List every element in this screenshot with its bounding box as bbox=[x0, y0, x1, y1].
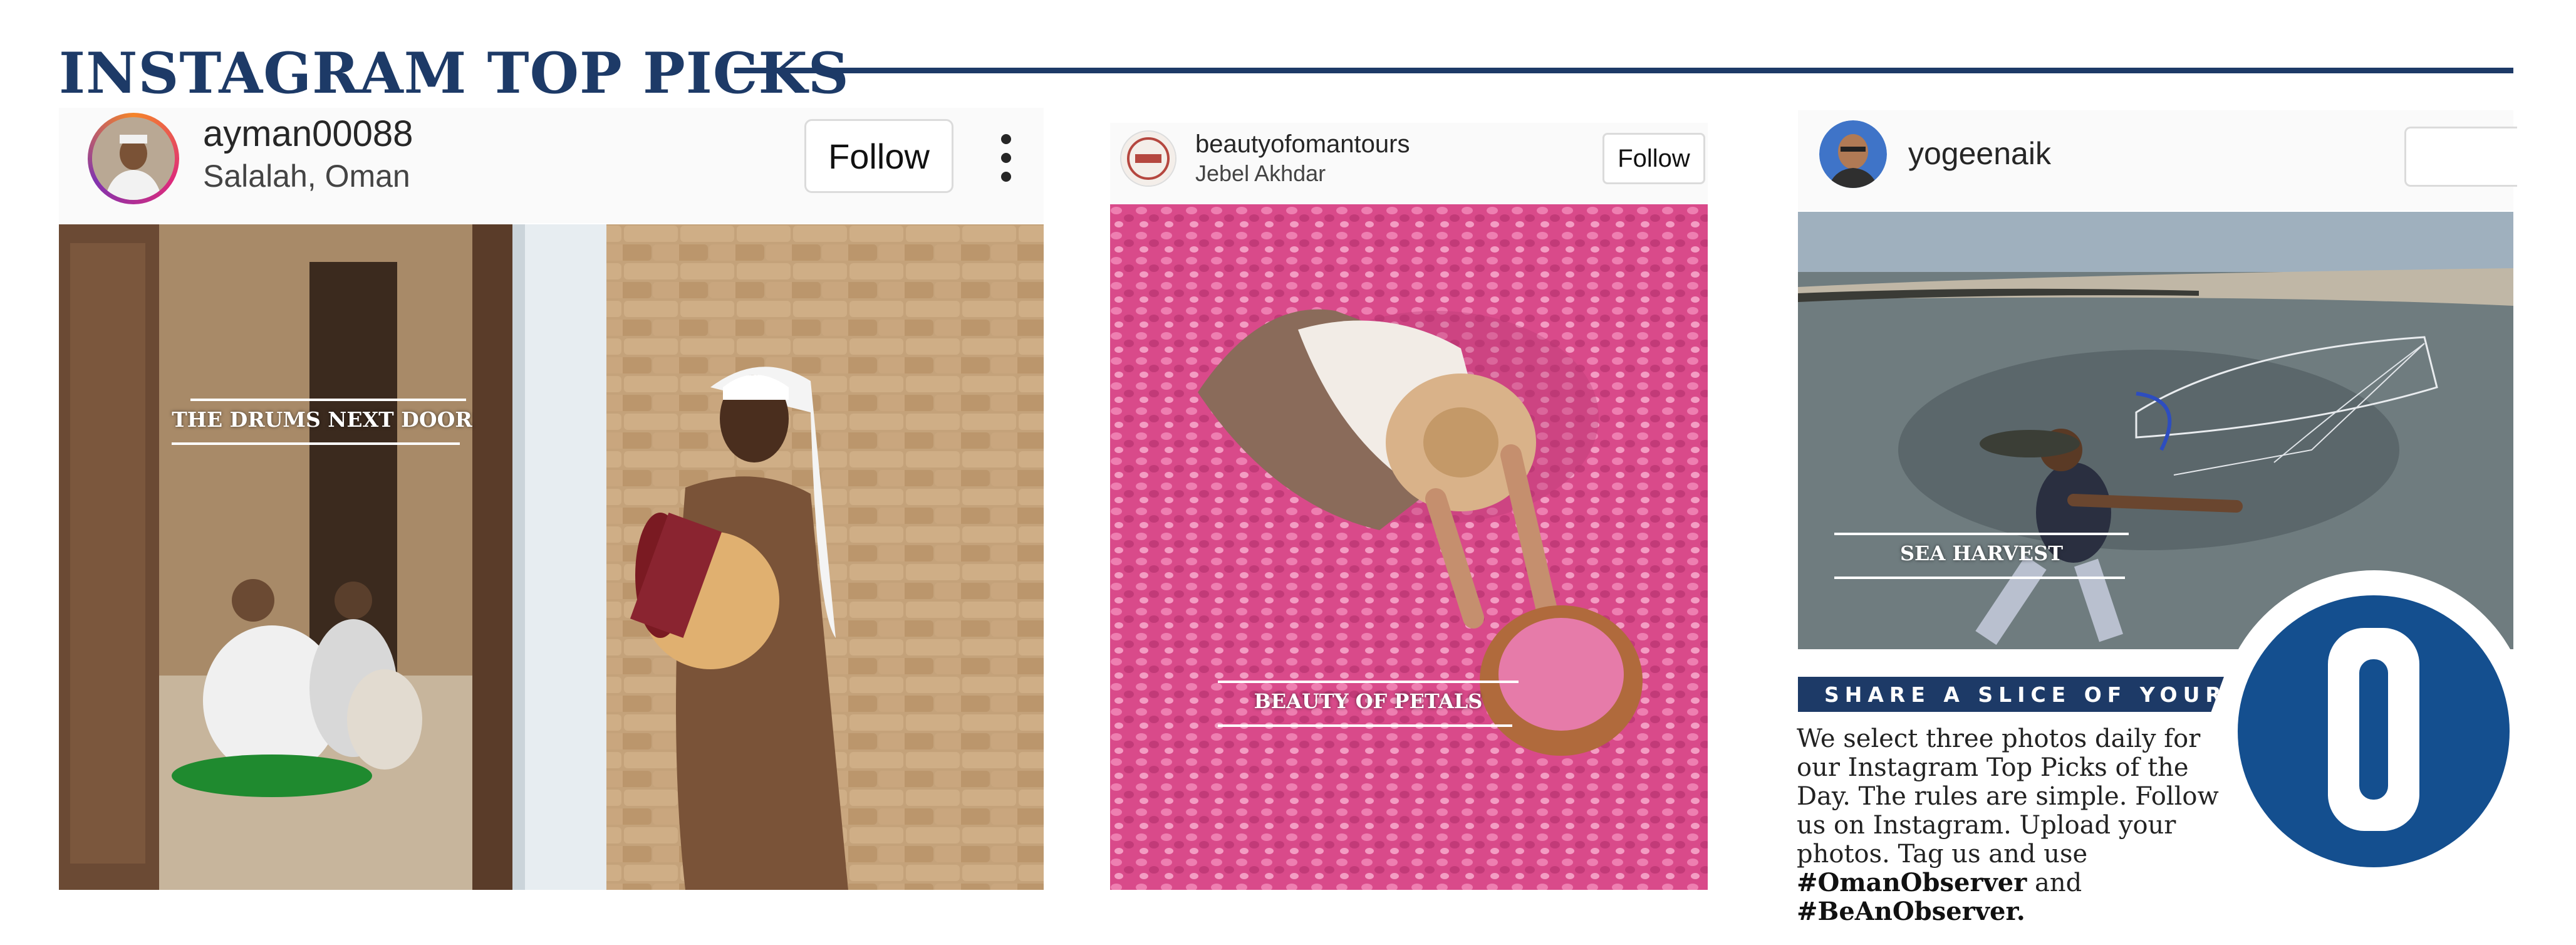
oman-observer-o-logo-icon[interactable] bbox=[2238, 595, 2510, 867]
caption-text: BEAUTY OF PETALS bbox=[1254, 689, 1483, 713]
follow-button[interactable]: Follow bbox=[1602, 133, 1705, 184]
post-location[interactable]: Salalah, Oman bbox=[203, 158, 410, 194]
caption-text: THE DRUMS NEXT DOOR bbox=[172, 407, 472, 432]
promo-line: us on Instagram. Upload your bbox=[1797, 811, 2176, 840]
hashtag-omanobserver[interactable]: #OmanObserver bbox=[1797, 868, 2027, 897]
promo-line: photos. Tag us and use bbox=[1797, 840, 2088, 869]
post-username[interactable]: beautyofomantours bbox=[1195, 130, 1410, 159]
promo-line: our Instagram Top Picks of the bbox=[1797, 753, 2189, 782]
promo-text: We select three photos daily for our Ins… bbox=[1797, 724, 2273, 926]
photo-caption: THE DRUMS NEXT DOOR bbox=[172, 399, 472, 449]
caption-rule-bottom bbox=[1834, 577, 2125, 579]
post-card-3: yogeenaik SEA HARVEST bbox=[1798, 110, 2517, 649]
post-photo-2[interactable]: BEAUTY OF PETALS bbox=[1110, 204, 1708, 890]
follow-button[interactable]: Follow bbox=[804, 119, 953, 193]
photo-caption: SEA HARVEST bbox=[1834, 533, 2129, 580]
caption-rule-bottom bbox=[1218, 724, 1512, 727]
and-word: and bbox=[2035, 869, 2082, 897]
post-card-1: ayman00088 Salalah, Oman Follow THE DRUM… bbox=[59, 108, 1044, 890]
post-card-2: beautyofomantours Jebel Akhdar Follow BE… bbox=[1110, 123, 1708, 890]
post-header-1: ayman00088 Salalah, Oman Follow bbox=[59, 108, 1044, 223]
caption-rule-top bbox=[1834, 533, 2129, 535]
caption-rule-top bbox=[1218, 681, 1519, 683]
follow-button[interactable] bbox=[2404, 127, 2517, 187]
drummer-photo bbox=[59, 224, 1044, 890]
post-username[interactable]: ayman00088 bbox=[203, 113, 413, 155]
post-header-3: yogeenaik bbox=[1798, 110, 2517, 211]
post-location[interactable]: Jebel Akhdar bbox=[1195, 160, 1326, 187]
caption-rule-top bbox=[190, 399, 466, 401]
caption-rule-bottom bbox=[172, 442, 460, 445]
promo-line: Day. The rules are simple. Follow bbox=[1797, 782, 2219, 811]
share-banner: SHARE A SLICE OF YOUR LIFE bbox=[1798, 677, 2224, 712]
more-vertical-icon[interactable] bbox=[999, 133, 1014, 183]
avatar[interactable] bbox=[88, 113, 179, 204]
post-username[interactable]: yogeenaik bbox=[1908, 135, 2051, 172]
avatar[interactable] bbox=[1819, 120, 1887, 188]
caption-text: SEA HARVEST bbox=[1899, 541, 2064, 565]
page-title: INSTAGRAM TOP PICKS bbox=[59, 40, 849, 107]
promo-hashtags: #OmanObserver and #BeAnObserver. bbox=[1797, 869, 2273, 926]
petals-photo bbox=[1110, 204, 1708, 890]
post-header-2: beautyofomantours Jebel Akhdar Follow bbox=[1110, 123, 1708, 204]
header-rule bbox=[734, 68, 2513, 73]
promo-line: We select three photos daily for bbox=[1797, 724, 2201, 753]
hashtag-beanobserver[interactable]: #BeAnObserver. bbox=[1797, 897, 2025, 926]
avatar[interactable] bbox=[1120, 130, 1176, 187]
post-photo-1[interactable]: THE DRUMS NEXT DOOR bbox=[59, 224, 1044, 890]
photo-caption: BEAUTY OF PETALS bbox=[1218, 681, 1519, 728]
